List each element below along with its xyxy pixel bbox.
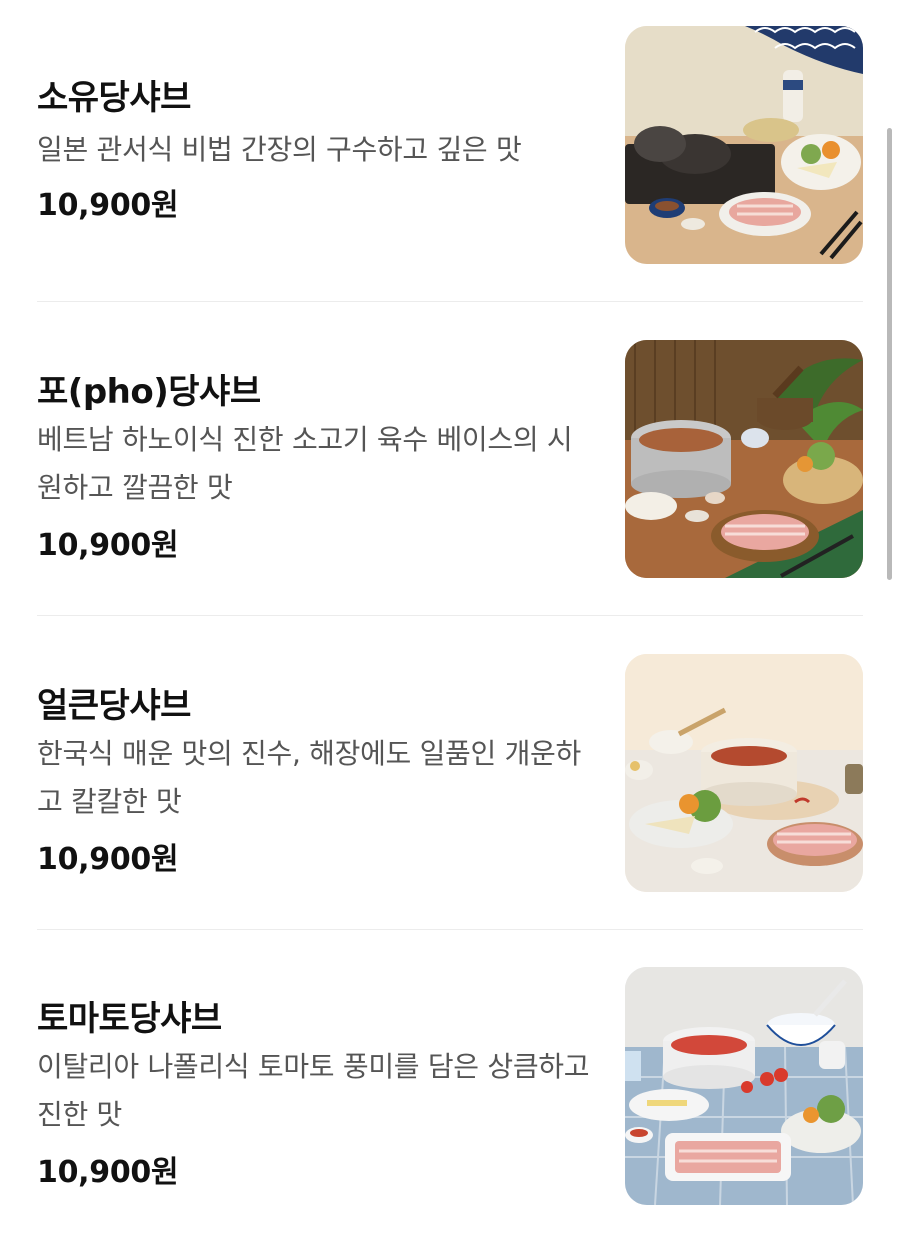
menu-item-spicy-shabu[interactable]: 얼큰당샤브 한국식 매운 맛의 진수, 해장에도 일품인 개운하고 칼칼한 맛 … [37,654,863,892]
soy-shabu-photo [625,26,863,264]
menu-item-photo[interactable] [625,967,863,1205]
menu-item-price: 10,900원 [37,1155,179,1190]
menu-item-photo[interactable] [625,340,863,578]
menu-item-tomato-shabu[interactable]: 토마토당샤브 이탈리아 나폴리식 토마토 풍미를 담은 상큼하고 진한 맛 10… [37,967,863,1205]
menu-item-description: 일본 관서식 비법 간장의 구수하고 깊은 맛 [37,133,522,166]
menu-item-pho-shabu[interactable]: 포(pho)당샤브 베트남 하노이식 진한 소고기 육수 베이스의 시원하고 깔… [37,340,863,578]
scrollbar[interactable] [887,128,892,580]
menu-item-name: 소유당샤브 [37,78,191,118]
menu-item-description: 이탈리아 나폴리식 토마토 풍미를 담은 상큼하고 진한 맛 [37,1050,590,1131]
pho-shabu-photo [625,340,863,578]
menu-item-soy-shabu[interactable]: 소유당샤브 일본 관서식 비법 간장의 구수하고 깊은 맛 10,900원 [37,26,863,264]
menu-item-photo[interactable] [625,654,863,892]
menu-item-price: 10,900원 [37,528,179,563]
menu-item-photo[interactable] [625,26,863,264]
menu-list: 소유당샤브 일본 관서식 비법 간장의 구수하고 깊은 맛 10,900원 포(… [0,0,900,1240]
menu-item-description: 베트남 하노이식 진한 소고기 육수 베이스의 시원하고 깔끔한 맛 [37,423,573,504]
menu-item-price: 10,900원 [37,188,179,223]
divider [37,615,863,616]
menu-item-name: 포(pho)당샤브 [37,372,261,412]
tomato-shabu-photo [625,967,863,1205]
menu-item-name: 얼큰당샤브 [37,686,191,726]
menu-item-price: 10,900원 [37,842,179,877]
menu-item-description: 한국식 매운 맛의 진수, 해장에도 일품인 개운하고 칼칼한 맛 [37,737,581,818]
menu-item-name: 토마토당샤브 [37,999,222,1039]
spicy-shabu-photo [625,654,863,892]
divider [37,301,863,302]
divider [37,929,863,930]
